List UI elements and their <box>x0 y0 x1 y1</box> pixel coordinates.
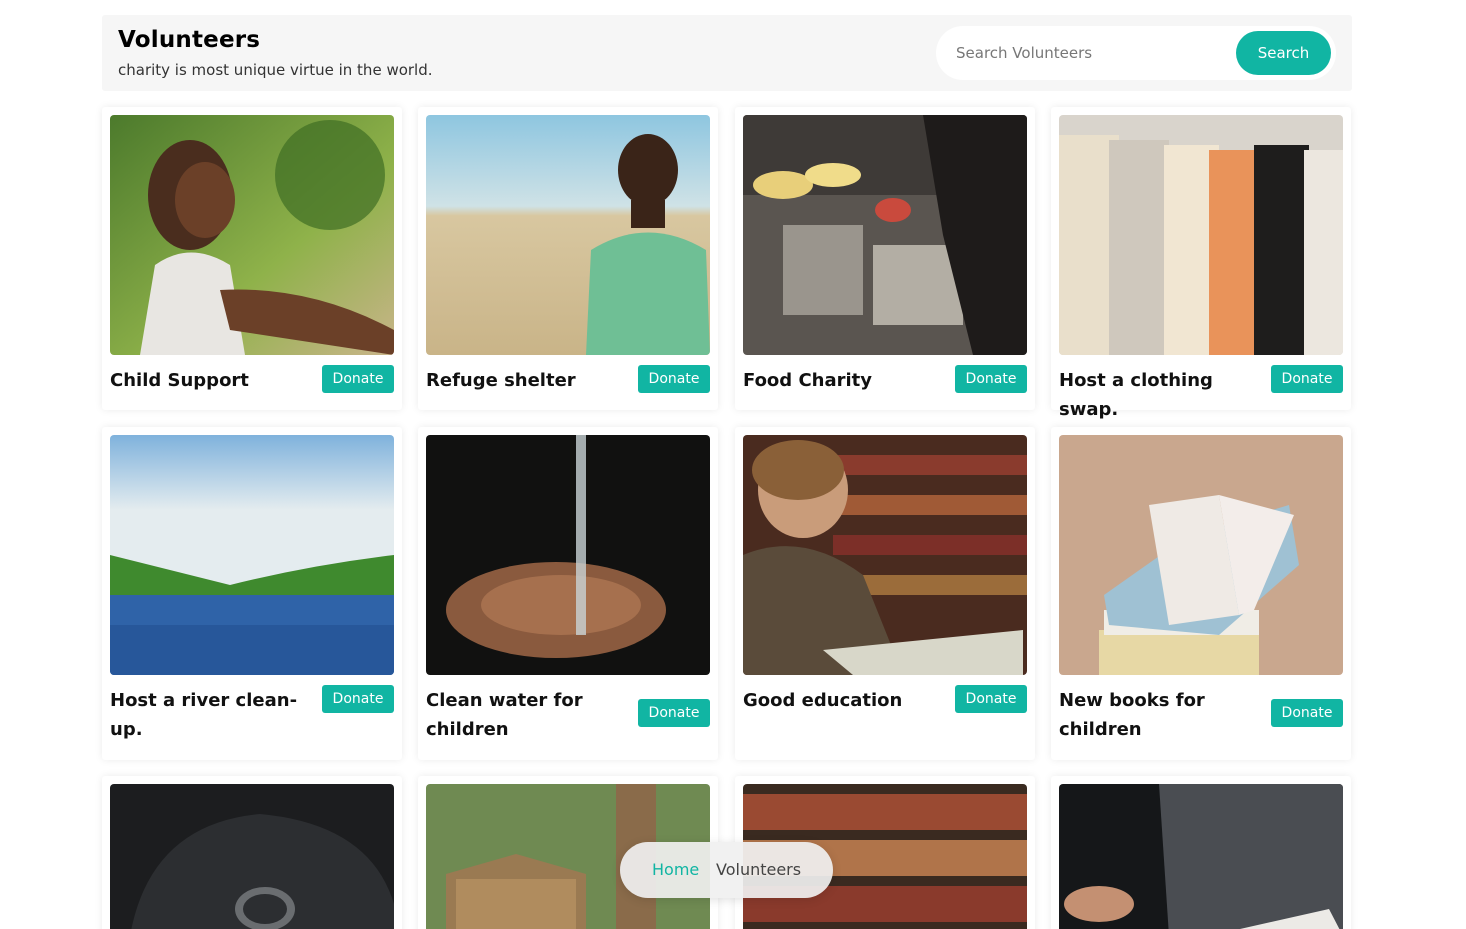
volunteer-card: Child Support Donate <box>102 107 402 410</box>
volunteer-card: Clean water for children Donate <box>418 427 718 760</box>
donate-button[interactable]: Donate <box>1271 699 1343 727</box>
card-title: New books for children <box>1059 690 1205 740</box>
card-title: Host a river clean-up. <box>110 690 298 740</box>
breadcrumb-home-link[interactable]: Home <box>652 860 699 879</box>
card-image-steering-wheel <box>110 784 394 929</box>
card-title: Host a clothing swap. <box>1059 370 1213 420</box>
donate-button[interactable]: Donate <box>322 685 394 713</box>
card-image-river-clean-up <box>110 435 394 675</box>
donate-button[interactable]: Donate <box>638 365 710 393</box>
page-title: Volunteers <box>118 27 261 53</box>
donate-button[interactable]: Donate <box>955 685 1027 713</box>
volunteer-card: Host a clothing swap. Donate <box>1051 107 1351 420</box>
volunteer-card: Refuge shelter Donate <box>418 107 718 410</box>
donate-button[interactable]: Donate <box>322 365 394 393</box>
donate-button[interactable]: Donate <box>955 365 1027 393</box>
card-image-refuge-shelter <box>426 115 710 355</box>
volunteer-card: Good education Donate <box>735 427 1035 760</box>
volunteer-card <box>102 776 402 929</box>
card-image-clean-water <box>426 435 710 675</box>
search-button[interactable]: Search <box>1236 31 1331 75</box>
card-image-good-education <box>743 435 1027 675</box>
donate-button[interactable]: Donate <box>638 699 710 727</box>
card-image-food-charity <box>743 115 1027 355</box>
card-title: Refuge shelter <box>426 370 576 391</box>
volunteer-card: New books for children Donate <box>1051 427 1351 760</box>
volunteer-card: Food Charity Donate <box>735 107 1035 410</box>
page-subtitle: charity is most unique virtue in the wor… <box>118 61 433 79</box>
search-input[interactable] <box>956 40 1226 66</box>
volunteer-card <box>1051 776 1351 929</box>
card-title: Food Charity <box>743 370 873 391</box>
card-image-new-books <box>1059 435 1343 675</box>
donate-button[interactable]: Donate <box>1271 365 1343 393</box>
card-title: Good education <box>743 690 903 711</box>
breadcrumb: Home Volunteers <box>620 842 833 898</box>
volunteer-card: Host a river clean-up. Donate <box>102 427 402 760</box>
card-title: Clean water for children <box>426 690 583 740</box>
card-image-reading-hands <box>1059 784 1343 929</box>
card-image-clothing-swap <box>1059 115 1343 355</box>
search-bar: Search <box>936 26 1336 80</box>
breadcrumb-current: Volunteers <box>716 860 802 879</box>
card-image-child-support <box>110 115 394 355</box>
page-header: Volunteers charity is most unique virtue… <box>102 15 1352 91</box>
card-title: Child Support <box>110 370 249 391</box>
